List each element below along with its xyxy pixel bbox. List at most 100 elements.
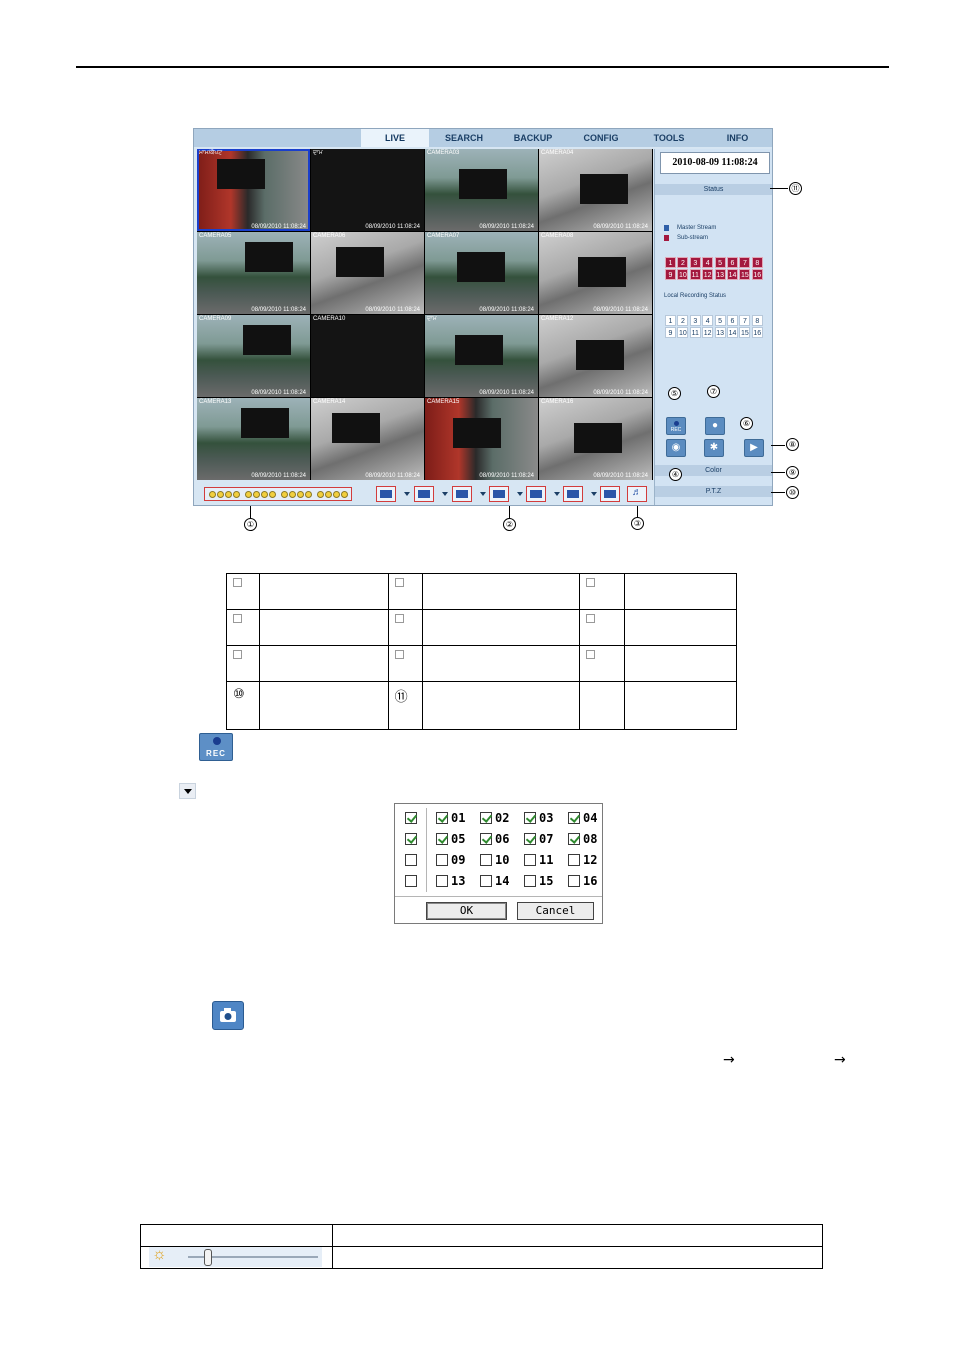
camera-tile[interactable]: ਮਾਮ/ਕੈਪਟ 08/09/2010 11:08:24 [197, 149, 310, 231]
channel-cell: 14 [727, 327, 738, 338]
privacy-mask [580, 174, 628, 204]
channel-checkbox[interactable] [436, 833, 448, 845]
camera-tile[interactable]: CAMERA08 08/09/2010 11:08:24 [539, 232, 652, 314]
camera-tile[interactable]: CAMERA15 08/09/2010 11:08:24 [425, 398, 538, 480]
channel-dot-icon[interactable] [281, 491, 288, 498]
channel-dot-icon[interactable] [317, 491, 324, 498]
play-button[interactable]: ▶ [744, 439, 764, 457]
channel-checkbox[interactable] [480, 812, 492, 824]
camera-tile[interactable]: ਦਾਮ 08/09/2010 11:08:24 [425, 315, 538, 397]
privacy-mask [455, 335, 503, 365]
leader-2 [509, 506, 510, 518]
snapshot-camera-icon [212, 1001, 244, 1030]
channel-checkbox-label: 13 [451, 874, 466, 888]
channel-dot-icon[interactable] [305, 491, 312, 498]
layout-4-caret-icon[interactable] [442, 492, 448, 496]
channel-checkbox[interactable] [480, 833, 492, 845]
channel-dot-icon[interactable] [297, 491, 304, 498]
row-select-checkbox[interactable] [405, 875, 417, 887]
volume-button[interactable]: ♬ [627, 486, 647, 502]
layout-1-button[interactable] [376, 486, 396, 502]
camera-tile[interactable]: ਦਾਮ 08/09/2010 11:08:24 [311, 149, 424, 231]
status-bar[interactable]: Status [655, 184, 772, 195]
channel-dot-icon[interactable] [245, 491, 252, 498]
camera-tile[interactable]: CAMERA16 08/09/2010 11:08:24 [539, 398, 652, 480]
camera-tile[interactable]: CAMERA13 08/09/2010 11:08:24 [197, 398, 310, 480]
channel-checkbox[interactable] [568, 875, 580, 887]
channel-checkbox[interactable] [436, 854, 448, 866]
channel-dots-bar[interactable] [204, 487, 352, 501]
camera-tile[interactable]: CAMERA03 08/09/2010 11:08:24 [425, 149, 538, 231]
channel-dot-icon[interactable] [217, 491, 224, 498]
tab-live[interactable]: LIVE [361, 129, 429, 147]
record-button[interactable]: REC [666, 417, 686, 435]
layout-8-caret-icon[interactable] [517, 492, 523, 496]
tab-info[interactable]: INFO [703, 129, 772, 147]
channel-dot-icon[interactable] [225, 491, 232, 498]
camera-tile[interactable]: CAMERA14 08/09/2010 11:08:24 [311, 398, 424, 480]
layout-13-caret-icon[interactable] [591, 492, 597, 496]
tab-backup[interactable]: BACKUP [499, 129, 567, 147]
channel-checkbox-label: 05 [451, 832, 466, 846]
layout-6-caret-icon[interactable] [480, 492, 486, 496]
channel-cell: 8 [751, 315, 763, 326]
channel-checkbox-label: 01 [451, 811, 466, 825]
row-select-checkbox[interactable] [405, 833, 417, 845]
layout-6-button[interactable] [452, 486, 472, 502]
channel-dot-icon[interactable] [253, 491, 260, 498]
channel-cell: 1 [665, 257, 676, 268]
channel-checkbox[interactable] [568, 833, 580, 845]
datetime-display: 2010-08-09 11:08:24 [660, 152, 770, 174]
channel-cell: 11 [689, 327, 701, 338]
channel-checkbox[interactable] [524, 854, 536, 866]
camera-tile[interactable]: CAMERA04 08/09/2010 11:08:24 [539, 149, 652, 231]
camera-tile[interactable]: CAMERA10 [311, 315, 424, 397]
ok-button[interactable]: OK [426, 902, 507, 920]
channel-dot-icon[interactable] [289, 491, 296, 498]
dialog-separator [395, 896, 602, 897]
channel-dot-icon[interactable] [233, 491, 240, 498]
channel-checkbox[interactable] [480, 854, 492, 866]
row-select-checkbox[interactable] [405, 812, 417, 824]
camera-label: CAMERA08 [541, 233, 574, 239]
camera-tile[interactable]: CAMERA07 08/09/2010 11:08:24 [425, 232, 538, 314]
channel-dot-icon[interactable] [209, 491, 216, 498]
channel-checkbox[interactable] [436, 812, 448, 824]
channel-checkbox[interactable] [524, 812, 536, 824]
channel-dot-icon[interactable] [341, 491, 348, 498]
camera-tile[interactable]: CAMERA09 08/09/2010 11:08:24 [197, 315, 310, 397]
layout-1-caret-icon[interactable] [404, 492, 410, 496]
callout-legend-table: ⑩ ⑪ [226, 573, 737, 730]
channel-dot-icon[interactable] [333, 491, 340, 498]
camera-tile[interactable]: CAMERA06 08/09/2010 11:08:24 [311, 232, 424, 314]
layout-9-caret-icon[interactable] [554, 492, 560, 496]
channel-dot-icon[interactable] [261, 491, 268, 498]
channel-checkbox[interactable] [524, 875, 536, 887]
channel-checkbox[interactable] [480, 875, 492, 887]
layout-9-button[interactable] [526, 486, 546, 502]
manual-alarm-button[interactable]: ✱ [704, 439, 724, 457]
ptz-bar[interactable]: P.T.Z [655, 486, 772, 497]
channel-dot-icon[interactable] [269, 491, 276, 498]
channel-checkbox[interactable] [524, 833, 536, 845]
channel-checkbox[interactable] [568, 854, 580, 866]
leader-9 [771, 472, 785, 473]
row-select-checkbox[interactable] [405, 854, 417, 866]
talk-button[interactable]: ● [705, 417, 725, 435]
privacy-mask [453, 418, 501, 448]
channel-checkbox[interactable] [568, 812, 580, 824]
snapshot-button[interactable]: ◉ [666, 439, 686, 457]
tab-search[interactable]: SEARCH [429, 129, 499, 147]
layout-13-button[interactable] [563, 486, 583, 502]
camera-tile[interactable]: CAMERA12 08/09/2010 11:08:24 [539, 315, 652, 397]
channel-checkbox[interactable] [436, 875, 448, 887]
cancel-button[interactable]: Cancel [517, 902, 594, 920]
brightness-slider-thumb[interactable] [204, 1249, 212, 1266]
layout-8-button[interactable] [489, 486, 509, 502]
camera-tile[interactable]: CAMERA05 08/09/2010 11:08:24 [197, 232, 310, 314]
tab-tools[interactable]: TOOLS [635, 129, 703, 147]
channel-dot-icon[interactable] [325, 491, 332, 498]
tab-config[interactable]: CONFIG [567, 129, 635, 147]
layout-4-button[interactable] [414, 486, 434, 502]
layout-16-button[interactable] [600, 486, 620, 502]
